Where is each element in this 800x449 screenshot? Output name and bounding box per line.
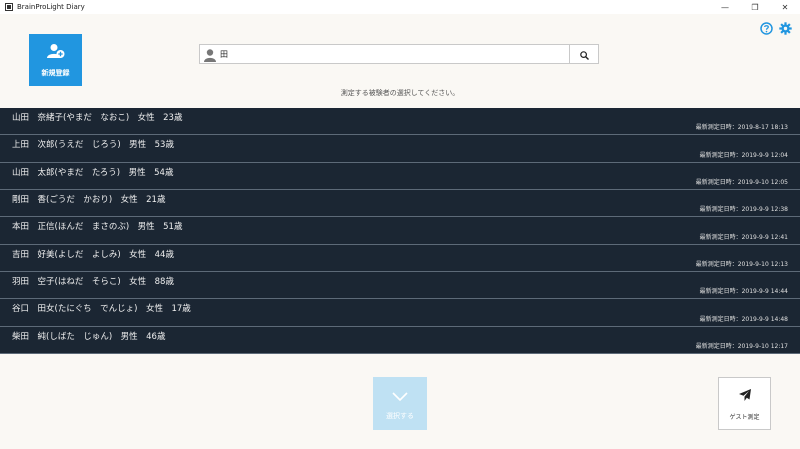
chevron-down-icon <box>392 386 408 405</box>
subject-name: 羽田 空子(はねだ そらこ) 女性 88歳 <box>12 276 174 287</box>
instruction-text: 測定する被験者の選択してください。 <box>340 89 460 97</box>
subject-name: 柴田 純(しばた じゅん) 男性 46歳 <box>12 331 166 342</box>
gear-icon[interactable] <box>779 22 792 35</box>
last-measured: 最新測定日時：2019-9-10 12:05 <box>695 178 788 186</box>
subject-name: 吉田 好美(よしだ よしみ) 女性 44歳 <box>12 249 174 260</box>
last-measured: 最新測定日時：2019-8-17 18:13 <box>695 124 788 132</box>
subject-name: 上田 次郎(うえだ じろう) 男性 53歳 <box>12 140 174 151</box>
footer: 選択する ゲスト測定 <box>0 354 800 449</box>
list-item[interactable]: 剛田 香(ごうだ かおり) 女性 21歳 最新測定日時：2019-9-9 12:… <box>0 189 800 218</box>
list-item[interactable]: 羽田 空子(はねだ そらこ) 女性 88歳 最新測定日時：2019-9-9 14… <box>0 271 800 300</box>
maximize-button[interactable]: ❐ <box>740 0 770 14</box>
window-title: BrainProLight Diary <box>17 3 85 11</box>
select-label: 選択する <box>386 412 414 420</box>
subject-name: 谷口 田女(たにぐち でんじょ) 女性 17歳 <box>12 304 191 315</box>
subject-list: 山田 奈緒子(やまだ なおこ) 女性 23歳 最新測定日時：2019-8-17 … <box>0 108 800 354</box>
app-icon <box>5 3 13 11</box>
last-measured: 最新測定日時：2019-9-9 12:04 <box>699 151 788 159</box>
list-item[interactable]: 柴田 純(しばた じゅん) 男性 46歳 最新測定日時：2019-9-10 12… <box>0 326 800 354</box>
list-item[interactable]: 本田 正信(ほんだ まさのぶ) 男性 51歳 最新測定日時：2019-9-9 1… <box>0 217 800 245</box>
guest-label: ゲスト測定 <box>729 413 760 421</box>
list-item[interactable]: 山田 太郎(やまだ たろう) 男性 54歳 最新測定日時：2019-9-10 1… <box>0 162 800 190</box>
header: 新規登録 田 測定する被験者の選択してください。 <box>0 14 800 108</box>
window-controls: — ❐ ✕ <box>710 0 800 14</box>
last-measured: 最新測定日時：2019-9-10 12:17 <box>695 342 788 350</box>
help-icon[interactable] <box>760 22 773 35</box>
guest-measurement-button[interactable]: ゲスト測定 <box>718 377 771 430</box>
minimize-button[interactable]: — <box>710 0 740 14</box>
last-measured: 最新測定日時：2019-9-10 12:13 <box>695 260 788 268</box>
subject-name: 山田 太郎(やまだ たろう) 男性 54歳 <box>12 167 174 178</box>
last-measured: 最新測定日時：2019-9-9 14:44 <box>699 288 788 296</box>
search-input[interactable] <box>217 46 569 62</box>
new-registration-label: 新規登録 <box>41 68 70 77</box>
search-button[interactable] <box>569 45 598 63</box>
user-icon <box>203 47 217 62</box>
close-button[interactable]: ✕ <box>770 0 800 14</box>
add-user-icon <box>46 43 65 63</box>
subject-name: 山田 奈緒子(やまだ なおこ) 女性 23歳 <box>12 113 183 123</box>
list-item[interactable]: 吉田 好美(よしだ よしみ) 女性 44歳 最新測定日時：2019-9-10 1… <box>0 244 800 272</box>
last-measured: 最新測定日時：2019-9-9 12:38 <box>699 206 788 214</box>
subject-name: 剛田 香(ごうだ かおり) 女性 21歳 <box>12 194 166 205</box>
new-registration-button[interactable]: 新規登録 <box>29 34 82 86</box>
title-bar: BrainProLight Diary — ❐ ✕ <box>0 0 800 14</box>
search-bar <box>199 44 599 64</box>
last-measured: 最新測定日時：2019-9-9 14:48 <box>699 315 788 323</box>
list-item[interactable]: 上田 次郎(うえだ じろう) 男性 53歳 最新測定日時：2019-9-9 12… <box>0 135 800 163</box>
list-item[interactable]: 山田 奈緒子(やまだ なおこ) 女性 23歳 最新測定日時：2019-8-17 … <box>0 108 800 136</box>
list-item[interactable]: 谷口 田女(たにぐち でんじょ) 女性 17歳 最新測定日時：2019-9-9 … <box>0 299 800 327</box>
paper-plane-icon <box>738 387 752 406</box>
select-button[interactable]: 選択する <box>373 377 427 430</box>
search-icon <box>579 45 589 64</box>
subject-name: 本田 正信(ほんだ まさのぶ) 男性 51歳 <box>12 222 183 233</box>
top-right-icons <box>760 22 792 35</box>
last-measured: 最新測定日時：2019-9-9 12:41 <box>699 233 788 241</box>
